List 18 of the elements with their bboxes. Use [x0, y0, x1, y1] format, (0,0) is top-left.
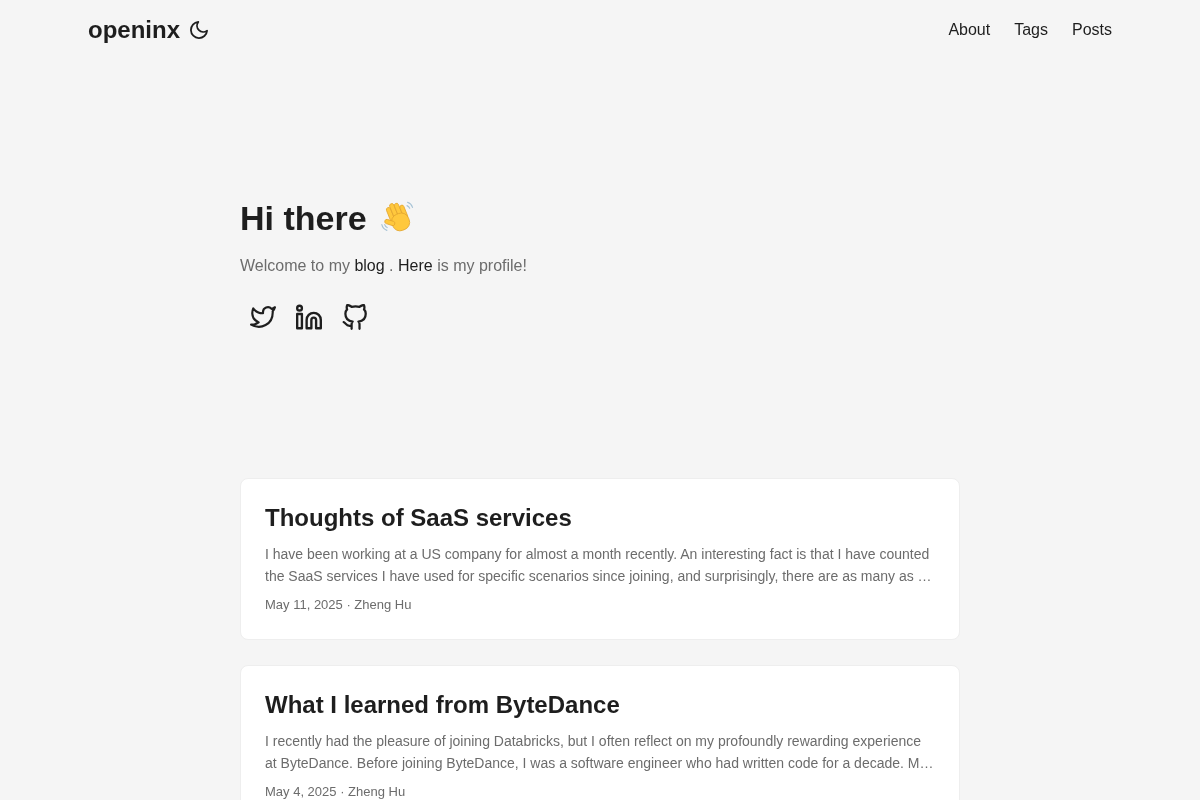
inline-link[interactable]: blog [354, 257, 385, 274]
post-summary: I recently had the pleasure of joining Databricks, but I often reflect on my profoundly rewarding experience at ByteDance. Before joining ByteDance, I was a software engineer who had written code for a decade. M… [265, 732, 935, 773]
intro-text: Welcome to my blog . Here is my profile! [240, 256, 528, 276]
greeting-title: Hi there [240, 198, 367, 238]
moon-icon[interactable] [190, 21, 208, 39]
nav-link[interactable]: Posts [1072, 18, 1112, 42]
post-meta: May 11, 2025 · Zheng Hu [265, 597, 413, 613]
post-title: Thoughts of SaaS services [265, 503, 573, 533]
site-logo[interactable]: openinx [88, 15, 180, 45]
linkedin-icon[interactable] [296, 304, 322, 330]
post-summary: I have been working at a US company for almost a month recently. An interesting fact is that I have counted the SaaS services I have used for specific scenarios since joining, and surprisingly, there are as many as … [265, 545, 933, 586]
inline-link[interactable]: Here [398, 257, 433, 274]
twitter-bird-icon[interactable] [250, 304, 276, 330]
post-meta: May 4, 2025 · Zheng Hu [265, 784, 407, 800]
nav-link[interactable]: Tags [1014, 18, 1048, 42]
post-title: What I learned from ByteDance [265, 690, 621, 720]
nav-link[interactable]: About [948, 18, 991, 42]
github-cat-icon[interactable] [342, 304, 368, 330]
